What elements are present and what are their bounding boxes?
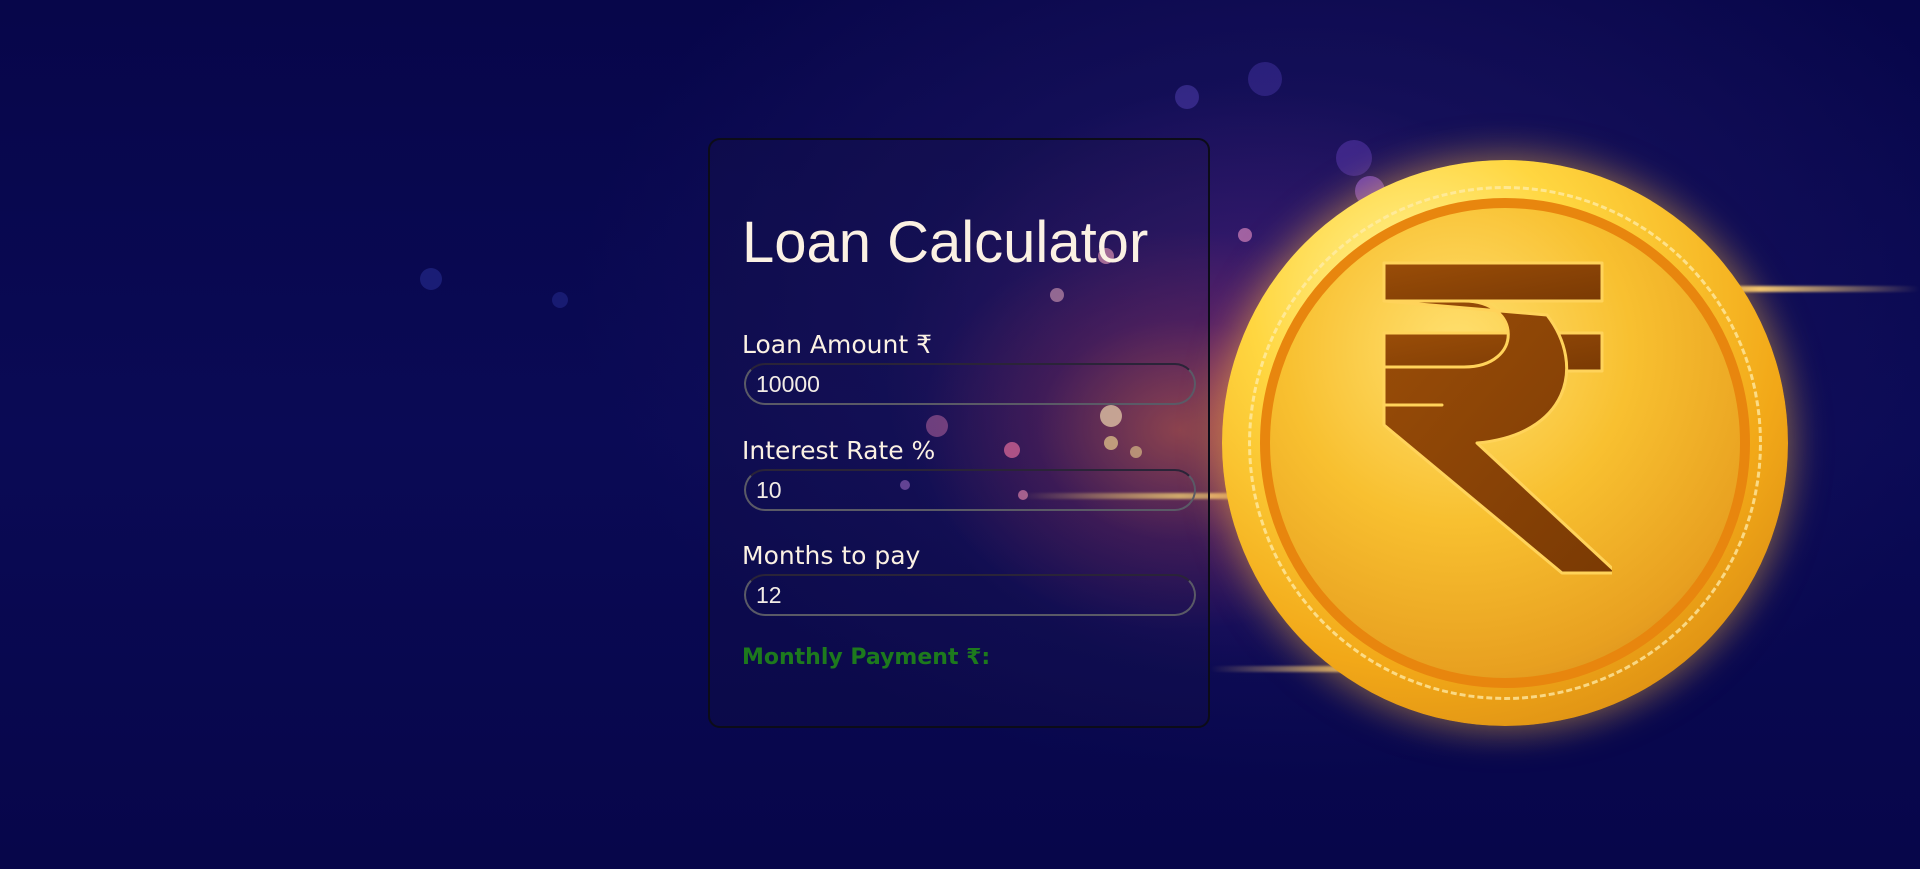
loan-amount-input[interactable] bbox=[744, 363, 1196, 405]
bokeh-light bbox=[552, 292, 568, 308]
bokeh-light bbox=[1175, 85, 1199, 109]
rupee-coin-icon bbox=[1222, 160, 1788, 726]
interest-rate-label: Interest Rate % bbox=[742, 436, 936, 465]
page-title: Loan Calculator bbox=[742, 210, 1149, 275]
interest-rate-input[interactable] bbox=[744, 469, 1196, 511]
rupee-symbol-icon bbox=[1382, 261, 1612, 575]
loan-calculator-card: Loan Calculator Loan Amount ₹ Interest R… bbox=[708, 138, 1210, 728]
loan-amount-label: Loan Amount ₹ bbox=[742, 330, 932, 359]
bokeh-light bbox=[1248, 62, 1282, 96]
monthly-payment-result: Monthly Payment ₹: bbox=[742, 645, 991, 670]
bokeh-light bbox=[420, 268, 442, 290]
months-to-pay-label: Months to pay bbox=[742, 541, 921, 570]
months-to-pay-input[interactable] bbox=[744, 574, 1196, 616]
